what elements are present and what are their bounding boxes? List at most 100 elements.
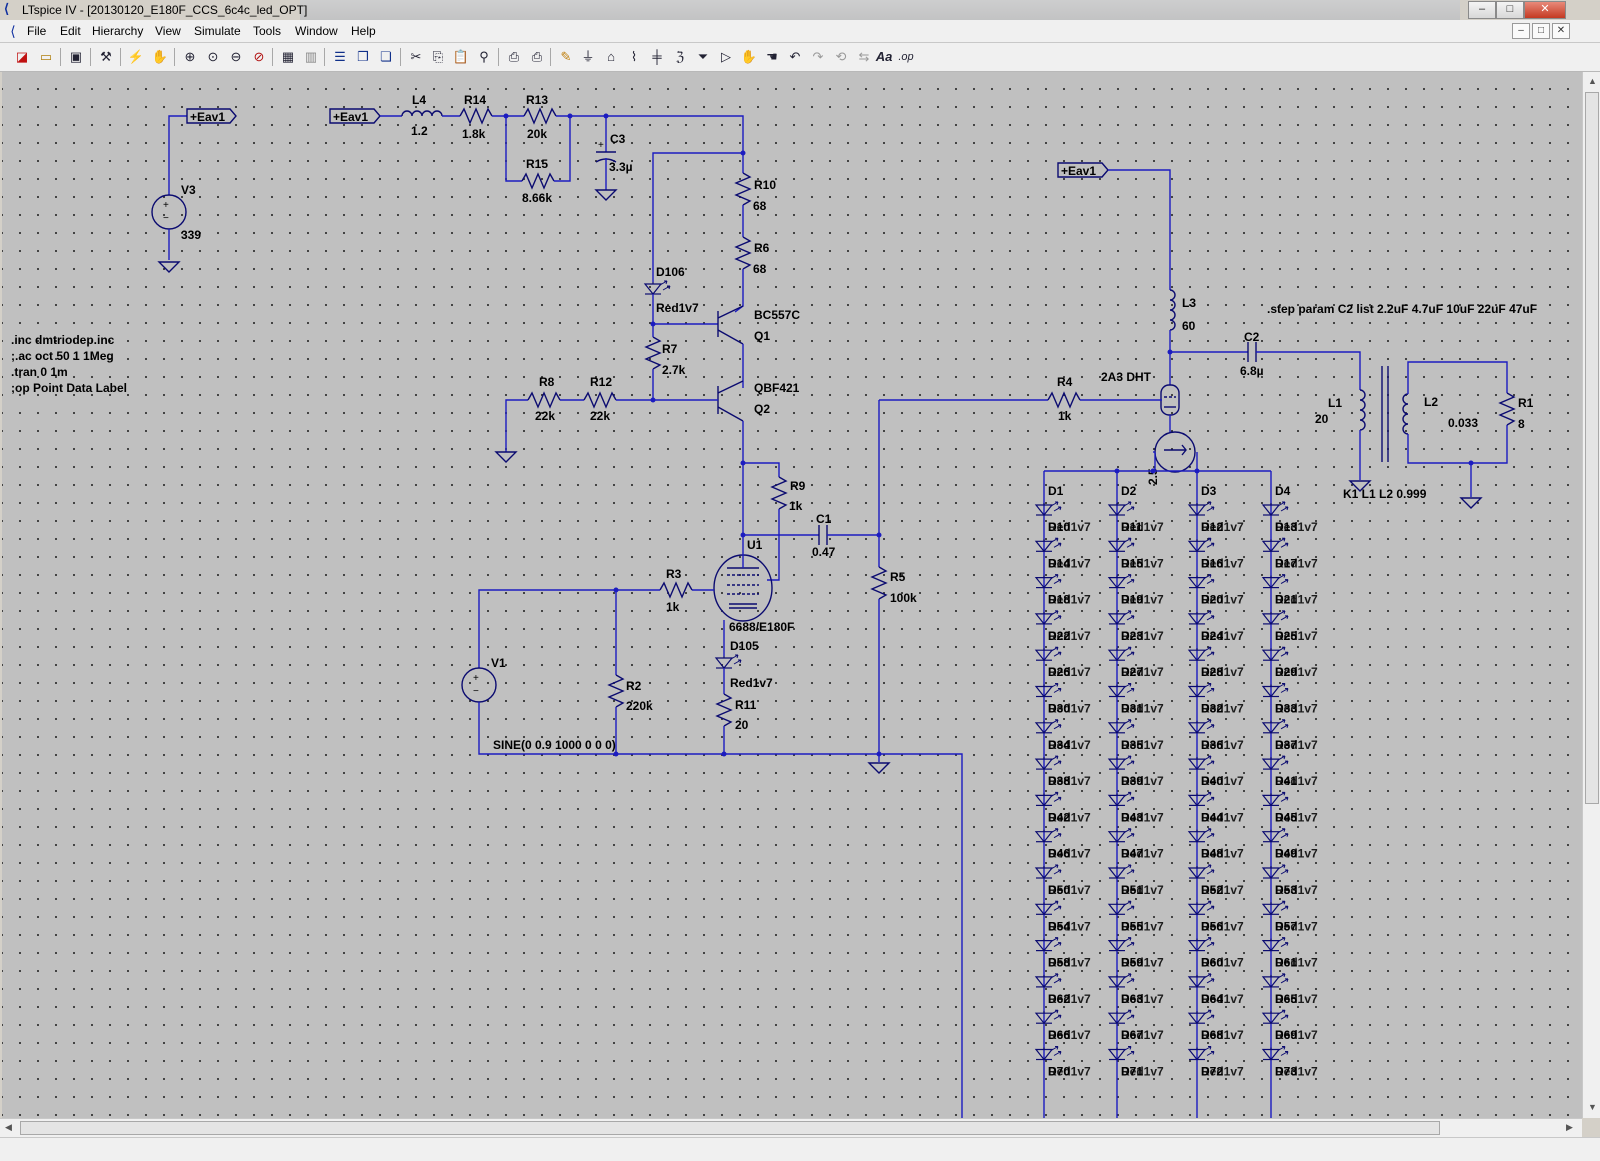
r7-resistor[interactable]	[644, 336, 662, 370]
pan-icon[interactable]: ✋	[150, 47, 170, 67]
directive-op[interactable]: ;op Point Data Label	[11, 381, 127, 395]
led-diode[interactable]	[1035, 501, 1062, 516]
led-diode[interactable]	[1188, 828, 1215, 843]
d106-led[interactable]	[644, 280, 671, 295]
led-diode[interactable]	[1108, 646, 1135, 661]
cut-icon[interactable]: ✂	[406, 47, 426, 67]
led-diode[interactable]	[1262, 610, 1289, 625]
move-icon[interactable]: ✋	[739, 47, 759, 67]
led-diode[interactable]	[1262, 682, 1289, 698]
menu-help[interactable]: Help	[351, 24, 376, 38]
led-diode[interactable]	[1262, 864, 1289, 879]
scroll-up-icon[interactable]: ▲	[1588, 76, 1597, 86]
led-diode[interactable]	[1108, 1009, 1135, 1024]
r12-resistor[interactable]	[583, 391, 617, 409]
led-diode[interactable]	[1035, 646, 1062, 661]
led-diode[interactable]	[1188, 573, 1215, 589]
scroll-right-icon[interactable]: ▶	[1566, 1122, 1573, 1133]
led-diode[interactable]	[1262, 900, 1289, 915]
undo-icon[interactable]: ↶	[785, 47, 805, 67]
led-diode[interactable]	[1108, 791, 1135, 807]
draw-wire-icon[interactable]: ✎	[556, 47, 576, 67]
led-diode[interactable]	[1035, 1009, 1062, 1024]
led-diode[interactable]	[1035, 828, 1062, 843]
redo-icon[interactable]: ↷	[808, 47, 828, 67]
q2-transistor[interactable]	[717, 380, 744, 422]
menu-hierarchy[interactable]: Hierarchy	[92, 24, 143, 38]
scroll-left-icon[interactable]: ◀	[5, 1122, 12, 1133]
control-panel-icon[interactable]: ⚒	[96, 47, 116, 67]
drag-icon[interactable]: ☚	[762, 47, 782, 67]
horizontal-scroll-thumb[interactable]	[20, 1121, 1440, 1135]
autorange-icon[interactable]: ▦	[278, 47, 298, 67]
r13-resistor[interactable]	[523, 107, 557, 125]
led-diode[interactable]	[1035, 791, 1062, 807]
text-icon[interactable]: Aa	[874, 47, 894, 67]
d105-led[interactable]	[715, 654, 742, 669]
close-all-icon[interactable]: ❏	[376, 47, 396, 67]
net-label-eav1[interactable]: +Eav1	[329, 108, 381, 124]
output-transformer[interactable]	[1359, 361, 1516, 497]
r6-resistor[interactable]	[734, 236, 752, 270]
open-icon[interactable]: ▭	[36, 47, 56, 67]
schematic-doc-icon[interactable]: ⟨	[3, 21, 23, 41]
zoom-in-icon[interactable]: ⊕	[180, 47, 200, 67]
led-diode[interactable]	[1108, 1045, 1135, 1061]
menu-tools[interactable]: Tools	[253, 24, 281, 38]
r2-resistor[interactable]	[607, 674, 625, 708]
minimize-button[interactable]: –	[1468, 1, 1496, 19]
led-diode[interactable]	[1188, 864, 1215, 879]
q1-transistor[interactable]	[717, 305, 744, 345]
new-schematic-icon[interactable]: ◪	[12, 47, 32, 67]
vertical-scrollbar[interactable]: ▲ ▼	[1582, 72, 1600, 1118]
menu-file[interactable]: File	[27, 24, 46, 38]
led-diode[interactable]	[1262, 973, 1289, 988]
doc-restore-button[interactable]: □	[1532, 23, 1550, 39]
led-diode[interactable]	[1035, 573, 1062, 589]
led-diode[interactable]	[1262, 755, 1289, 770]
fit-plot-icon[interactable]: ▥	[301, 47, 321, 67]
led-diode[interactable]	[1108, 864, 1135, 879]
led-diode[interactable]	[1262, 719, 1289, 734]
r4-resistor[interactable]	[1047, 391, 1081, 409]
u1-tube[interactable]	[713, 535, 773, 622]
led-diode[interactable]	[1262, 828, 1289, 843]
print-icon[interactable]: ⎙	[527, 47, 547, 67]
cascade-icon[interactable]: ❐	[353, 47, 373, 67]
menu-view[interactable]: View	[155, 24, 181, 38]
resistor-icon[interactable]: ⌇	[624, 47, 644, 67]
led-diode[interactable]	[1035, 682, 1062, 698]
led-diode[interactable]	[1262, 646, 1289, 661]
led-diode[interactable]	[1035, 900, 1062, 915]
zoom-cancel-icon[interactable]: ⊘	[249, 47, 269, 67]
led-diode[interactable]	[1188, 682, 1215, 698]
doc-minimize-button[interactable]: –	[1512, 23, 1530, 39]
led-diode[interactable]	[1035, 864, 1062, 879]
led-diode[interactable]	[1188, 610, 1215, 625]
r14-resistor[interactable]	[459, 107, 493, 125]
led-diode[interactable]	[1108, 610, 1135, 625]
led-diode[interactable]	[1035, 610, 1062, 625]
led-diode[interactable]	[1188, 900, 1215, 915]
led-diode[interactable]	[1035, 755, 1062, 770]
capacitor-icon[interactable]: ╪	[647, 47, 667, 67]
label-net-icon[interactable]: ⌂	[601, 47, 621, 67]
close-button[interactable]: ✕	[1524, 1, 1566, 19]
led-diode[interactable]	[1262, 791, 1289, 807]
led-diode[interactable]	[1108, 828, 1135, 843]
horizontal-scrollbar[interactable]: ◀ ▶	[0, 1118, 1582, 1137]
led-diode[interactable]	[1035, 1045, 1062, 1061]
directive-step[interactable]: .step param C2 list 2.2uF 4.7uF 10uF 22u…	[1267, 302, 1537, 316]
led-diode[interactable]	[1108, 719, 1135, 734]
led-diode[interactable]	[1108, 537, 1135, 552]
r8-resistor[interactable]	[527, 391, 561, 409]
spice-directive-icon[interactable]: .op	[896, 47, 916, 67]
led-diode[interactable]	[1035, 537, 1062, 552]
led-diode[interactable]	[1035, 973, 1062, 988]
led-diode[interactable]	[1035, 719, 1062, 734]
led-diode[interactable]	[1188, 973, 1215, 988]
led-diode[interactable]	[1108, 973, 1135, 988]
led-diode[interactable]	[1188, 755, 1215, 770]
r11-resistor[interactable]	[715, 693, 733, 727]
led-diode[interactable]	[1262, 573, 1289, 589]
